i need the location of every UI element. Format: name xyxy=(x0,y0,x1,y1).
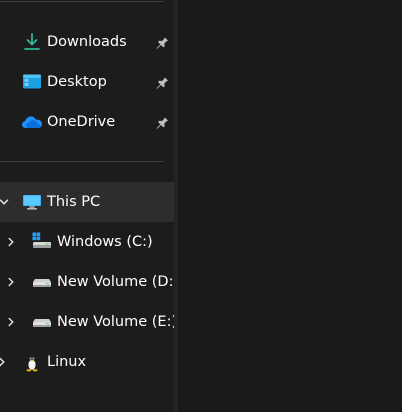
quick-access-onedrive[interactable]: OneDrive xyxy=(0,102,174,142)
linux-label: Linux xyxy=(47,354,87,370)
content-pane xyxy=(178,0,402,412)
tree-item-this-pc[interactable]: This PC xyxy=(0,182,174,222)
downloads-label: Downloads xyxy=(47,34,127,50)
windows-drive-icon xyxy=(32,232,52,252)
onedrive-label: OneDrive xyxy=(47,114,116,130)
chevron-right-icon[interactable] xyxy=(5,316,17,328)
pin-icon[interactable] xyxy=(154,114,170,130)
desktop-folder-icon xyxy=(22,72,42,92)
drive-icon xyxy=(32,312,52,332)
this-pc-label: This PC xyxy=(47,194,101,210)
drive-d-label: New Volume (D:) xyxy=(57,274,180,290)
tree-item-drive-d[interactable]: New Volume (D:) xyxy=(0,262,179,302)
pin-icon[interactable] xyxy=(154,74,170,90)
desktop-label: Desktop xyxy=(47,74,107,90)
monitor-icon xyxy=(22,192,42,212)
drive-c-label: Windows (C:) xyxy=(57,234,153,250)
chevron-right-icon[interactable] xyxy=(0,356,8,368)
onedrive-cloud-icon xyxy=(21,112,42,132)
quick-access-desktop[interactable]: Desktop xyxy=(0,62,174,102)
chevron-right-icon[interactable] xyxy=(5,276,17,288)
drive-icon xyxy=(32,272,52,292)
tree-item-linux[interactable]: Linux xyxy=(0,342,174,382)
drive-e-label: New Volume (E:) xyxy=(57,314,178,330)
chevron-right-icon[interactable] xyxy=(5,236,17,248)
top-divider xyxy=(0,1,164,2)
pin-icon[interactable] xyxy=(154,34,170,50)
tree-item-drive-c[interactable]: Windows (C:) xyxy=(0,222,174,262)
file-explorer-window: Downloads Desktop OneDrive This PC Windo… xyxy=(0,0,402,412)
tree-item-drive-e[interactable]: New Volume (E:) xyxy=(0,302,178,342)
linux-penguin-icon xyxy=(22,352,42,372)
download-icon xyxy=(22,32,42,52)
section-divider xyxy=(0,161,164,162)
quick-access-downloads[interactable]: Downloads xyxy=(0,22,174,62)
navigation-pane: Downloads Desktop OneDrive This PC Windo… xyxy=(0,0,179,412)
chevron-down-icon[interactable] xyxy=(0,196,10,208)
